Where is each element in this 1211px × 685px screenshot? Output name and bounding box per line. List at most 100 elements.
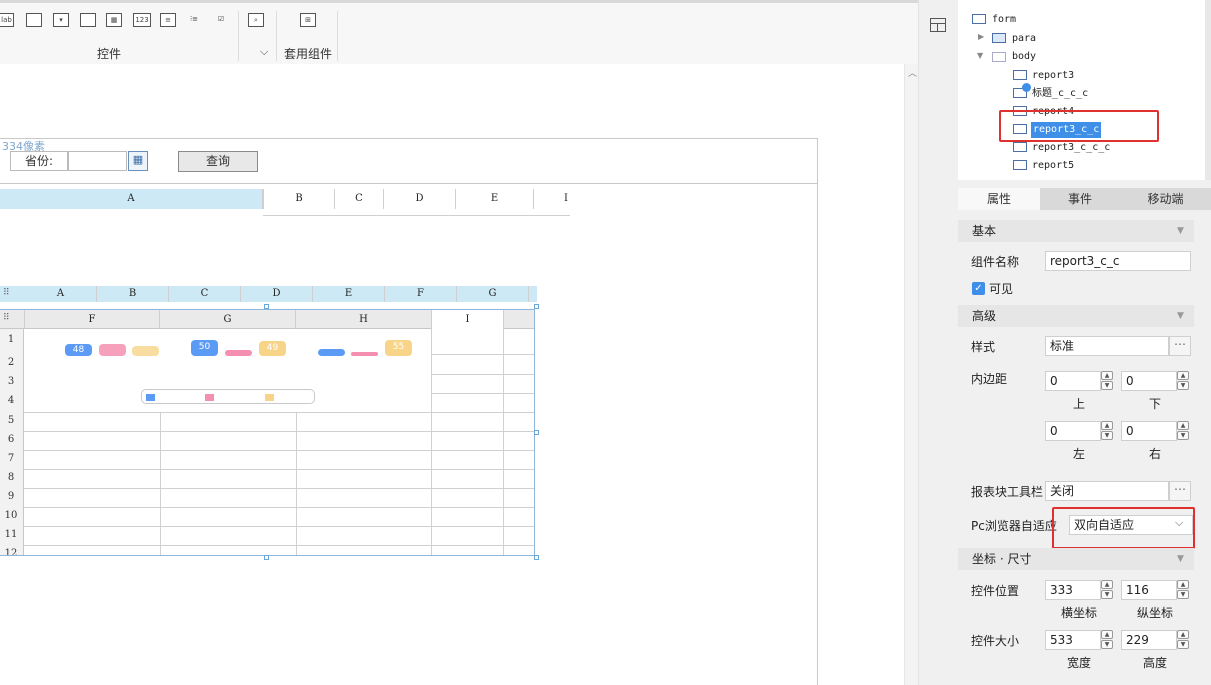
tab-mobile[interactable]: 移动端: [1120, 188, 1211, 210]
row-number[interactable]: 1: [0, 334, 22, 345]
layout-icon[interactable]: [930, 18, 946, 32]
number-widget-icon[interactable]: 123: [133, 13, 151, 27]
height-input[interactable]: 229: [1121, 630, 1177, 650]
style-input[interactable]: 标准: [1045, 336, 1169, 356]
pos-y-stepper[interactable]: ▲ ▼: [1177, 580, 1191, 600]
resize-handle[interactable]: [534, 304, 539, 309]
section-advanced[interactable]: 高级: [958, 305, 1194, 327]
resize-handle[interactable]: [534, 555, 539, 560]
row-number[interactable]: 12: [0, 548, 22, 555]
row-number[interactable]: 2: [0, 357, 22, 368]
name-input[interactable]: report3_c_c: [1045, 251, 1191, 271]
padding-left-stepper[interactable]: ▲ ▼: [1101, 421, 1115, 441]
padding-right-input[interactable]: 0: [1121, 421, 1177, 441]
resize-handle[interactable]: [264, 304, 269, 309]
row-number[interactable]: 4: [0, 395, 22, 406]
padding-bottom-input[interactable]: 0: [1121, 371, 1177, 391]
padding-bottom-stepper[interactable]: ▲ ▼: [1177, 371, 1191, 391]
outer-col-header[interactable]: D: [384, 189, 456, 209]
chevron-up-icon[interactable]: ︿: [908, 66, 917, 79]
checkbox-group-icon[interactable]: ☑: [213, 13, 229, 27]
row-number[interactable]: 6: [0, 434, 22, 445]
inner-top-col: D: [241, 286, 313, 302]
chevron-down-icon[interactable]: ▼: [1177, 311, 1184, 321]
row-number[interactable]: 3: [0, 376, 22, 387]
chevron-down-icon[interactable]: ▼: [977, 51, 983, 60]
width-input[interactable]: 533: [1045, 630, 1101, 650]
row-number[interactable]: 7: [0, 453, 22, 464]
row-number[interactable]: 8: [0, 472, 22, 483]
padding-top-input[interactable]: 0: [1045, 371, 1101, 391]
grid-line: [24, 412, 534, 413]
label-widget-icon[interactable]: lab: [0, 13, 14, 27]
grid-handle-icon[interactable]: ⠿: [3, 288, 10, 298]
section-coords[interactable]: 坐标 · 尺寸: [958, 548, 1194, 570]
tree-node-form[interactable]: form: [992, 12, 1016, 28]
tree-scrollbar[interactable]: [1205, 0, 1211, 180]
toolbar-setting-input[interactable]: 关闭: [1045, 481, 1169, 501]
row-number-column: 1 2 3 4 5 6 7 8 9 10 11 12: [0, 329, 24, 555]
chart-bar-blue: 50: [191, 340, 218, 356]
row-number[interactable]: 10: [0, 510, 22, 521]
tree-node[interactable]: 标题_c_c_c: [1032, 86, 1088, 102]
resize-handle[interactable]: [264, 555, 269, 560]
selected-report-block[interactable]: ⠿ F G H I 1 2 3 4 5 6 7 8 9 10 11 12 48 …: [0, 309, 535, 556]
width-stepper[interactable]: ▲ ▼: [1101, 630, 1115, 650]
outer-col-header[interactable]: E: [456, 189, 534, 209]
padding-right-stepper[interactable]: ▲ ▼: [1177, 421, 1191, 441]
textbox-widget-icon[interactable]: [26, 13, 42, 27]
grid-handle-icon[interactable]: ⠿: [3, 313, 10, 323]
tree-node[interactable]: report3: [1032, 68, 1074, 84]
province-input[interactable]: [68, 151, 127, 171]
chart-bar-blue: [318, 349, 345, 356]
report-col-header[interactable]: I: [432, 310, 504, 329]
row-number[interactable]: 11: [0, 529, 22, 540]
report-col-header[interactable]: F: [24, 310, 160, 329]
tree-node-body[interactable]: body: [1012, 49, 1036, 65]
pos-y-input[interactable]: 116: [1121, 580, 1177, 600]
tree-node-para[interactable]: para: [1012, 31, 1036, 47]
info-badge-icon: [1022, 83, 1031, 92]
outer-col-header[interactable]: A: [0, 189, 263, 209]
height-stepper[interactable]: ▲ ▼: [1177, 630, 1191, 650]
textarea-widget-icon[interactable]: ≡: [160, 13, 176, 27]
composite-widget-icon[interactable]: ⊞: [300, 13, 316, 27]
tree-node[interactable]: report3_c_c_c: [1032, 140, 1110, 156]
chevron-down-icon[interactable]: ▼: [1177, 554, 1184, 564]
padding-left-input[interactable]: 0: [1045, 421, 1101, 441]
tab-events[interactable]: 事件: [1040, 188, 1120, 210]
style-more-button[interactable]: ⋯: [1169, 336, 1191, 356]
radio-group-icon[interactable]: ⁝≡: [186, 13, 202, 27]
date-widget-icon[interactable]: ▦: [106, 13, 122, 27]
section-basic[interactable]: 基本: [958, 220, 1194, 242]
visible-checkbox[interactable]: ✓: [972, 282, 985, 295]
grid-line: [296, 412, 297, 555]
query-button[interactable]: 查询: [178, 151, 258, 172]
chevron-down-icon[interactable]: ⌵: [260, 45, 268, 59]
calendar-icon[interactable]: ▦: [128, 151, 148, 171]
report-col-header[interactable]: H: [296, 310, 432, 329]
chevron-down-icon[interactable]: ▼: [1177, 226, 1184, 236]
toolbar-more-button[interactable]: ⋯: [1169, 481, 1191, 501]
outer-col-header[interactable]: B: [263, 189, 335, 209]
outer-col-header[interactable]: C: [335, 189, 384, 209]
report-col-header[interactable]: G: [160, 310, 296, 329]
chevron-right-icon[interactable]: ▶: [978, 32, 984, 41]
report-column-header: ⠿ F G H I: [0, 310, 534, 329]
tree-node[interactable]: report5: [1032, 158, 1074, 174]
pos-x-stepper[interactable]: ▲ ▼: [1101, 580, 1115, 600]
grid-line: [24, 507, 534, 508]
combo-widget-icon[interactable]: [80, 13, 96, 27]
tree-widget-icon[interactable]: ⌕: [248, 13, 264, 27]
grid-line: [24, 450, 534, 451]
padding-top-stepper[interactable]: ▲ ▼: [1101, 371, 1115, 391]
pos-x-input[interactable]: 333: [1045, 580, 1101, 600]
tab-properties[interactable]: 属性: [958, 188, 1040, 210]
toolbar-divider: [337, 11, 338, 61]
row-number[interactable]: 5: [0, 415, 22, 426]
dropdown-widget-icon[interactable]: ▾: [53, 13, 69, 27]
row-number[interactable]: 9: [0, 491, 22, 502]
outer-col-header[interactable]: I: [534, 189, 570, 209]
canvas-scrollbar[interactable]: ︿: [904, 64, 919, 685]
resize-handle[interactable]: [534, 430, 539, 435]
